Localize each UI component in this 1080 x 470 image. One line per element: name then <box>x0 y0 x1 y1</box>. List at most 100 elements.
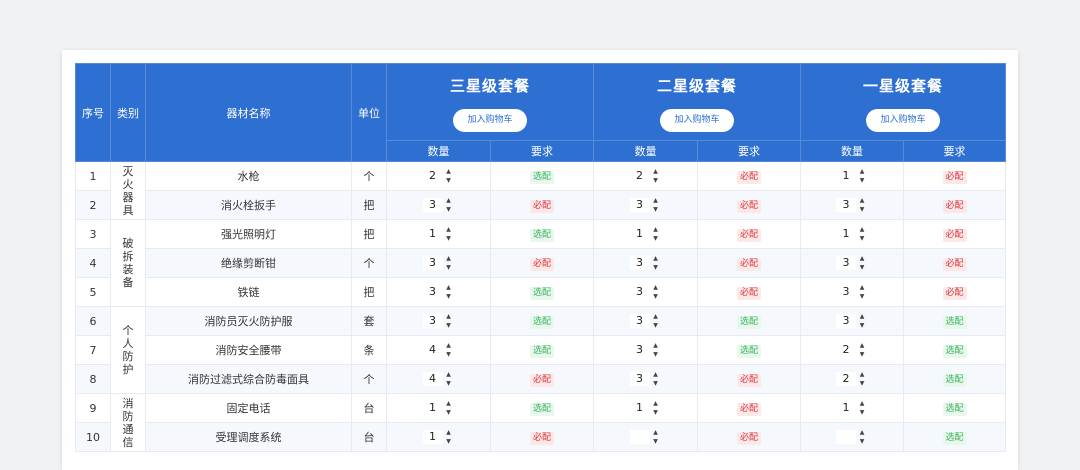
quantity-stepper[interactable]: 3 ▲ ▼ <box>836 312 868 330</box>
quantity-input[interactable]: 4 <box>422 372 443 386</box>
chevron-up-icon[interactable]: ▲ <box>445 225 453 234</box>
quantity-input[interactable]: 3 <box>422 285 443 299</box>
quantity-stepper[interactable]: 1 ▲ ▼ <box>422 225 455 243</box>
quantity-input[interactable]: 2 <box>422 169 443 183</box>
quantity-stepper[interactable]: 1 ▲ ▼ <box>836 167 868 185</box>
chevron-up-icon[interactable]: ▲ <box>445 428 453 437</box>
chevron-up-icon[interactable]: ▲ <box>858 370 866 379</box>
quantity-stepper[interactable]: 1 ▲ ▼ <box>836 225 868 243</box>
quantity-input[interactable]: 3 <box>422 314 443 328</box>
chevron-up-icon[interactable]: ▲ <box>445 370 453 379</box>
chevron-down-icon[interactable]: ▼ <box>858 437 866 446</box>
quantity-stepper[interactable]: 4 ▲ ▼ <box>422 341 455 359</box>
quantity-input[interactable]: 2 <box>629 169 650 183</box>
chevron-up-icon[interactable]: ▲ <box>858 312 866 321</box>
chevron-down-icon[interactable]: ▼ <box>652 176 660 185</box>
chevron-up-icon[interactable]: ▲ <box>858 254 866 263</box>
chevron-down-icon[interactable]: ▼ <box>652 205 660 214</box>
quantity-stepper[interactable]: 4 ▲ ▼ <box>422 370 455 388</box>
quantity-stepper[interactable]: 2 ▲ ▼ <box>836 341 868 359</box>
quantity-stepper[interactable]: ▲ ▼ <box>629 428 662 446</box>
quantity-stepper[interactable]: 3 ▲ ▼ <box>629 312 662 330</box>
quantity-input[interactable]: 3 <box>629 314 650 328</box>
quantity-input[interactable]: 3 <box>836 256 857 270</box>
quantity-input[interactable]: 3 <box>629 256 650 270</box>
quantity-stepper[interactable]: 1 ▲ ▼ <box>836 399 868 417</box>
quantity-input[interactable]: 1 <box>836 401 857 415</box>
quantity-input[interactable]: 3 <box>629 198 650 212</box>
add-to-cart-button-3star[interactable]: 加入购物车 <box>453 109 527 132</box>
quantity-input[interactable]: 3 <box>422 256 443 270</box>
chevron-up-icon[interactable]: ▲ <box>652 283 660 292</box>
quantity-input[interactable]: 1 <box>422 227 443 241</box>
quantity-stepper[interactable]: 3 ▲ ▼ <box>629 196 662 214</box>
quantity-input[interactable] <box>629 430 650 444</box>
quantity-stepper[interactable]: 2 ▲ ▼ <box>836 370 868 388</box>
quantity-stepper[interactable]: 3 ▲ ▼ <box>836 196 868 214</box>
chevron-down-icon[interactable]: ▼ <box>445 263 453 272</box>
quantity-stepper[interactable]: 3 ▲ ▼ <box>629 254 662 272</box>
chevron-down-icon[interactable]: ▼ <box>652 437 660 446</box>
quantity-stepper[interactable]: 2 ▲ ▼ <box>629 167 662 185</box>
chevron-up-icon[interactable]: ▲ <box>445 196 453 205</box>
chevron-down-icon[interactable]: ▼ <box>652 379 660 388</box>
chevron-up-icon[interactable]: ▲ <box>652 196 660 205</box>
quantity-stepper[interactable]: 3 ▲ ▼ <box>422 283 455 301</box>
chevron-up-icon[interactable]: ▲ <box>858 428 866 437</box>
add-to-cart-button-1star[interactable]: 加入购物车 <box>866 109 941 132</box>
quantity-stepper[interactable]: 3 ▲ ▼ <box>836 254 868 272</box>
chevron-down-icon[interactable]: ▼ <box>858 350 866 359</box>
chevron-down-icon[interactable]: ▼ <box>858 321 866 330</box>
chevron-down-icon[interactable]: ▼ <box>652 321 660 330</box>
chevron-down-icon[interactable]: ▼ <box>652 292 660 301</box>
chevron-up-icon[interactable]: ▲ <box>652 428 660 437</box>
quantity-input[interactable]: 3 <box>422 198 443 212</box>
chevron-up-icon[interactable]: ▲ <box>652 167 660 176</box>
quantity-stepper[interactable]: 2 ▲ ▼ <box>422 167 455 185</box>
chevron-down-icon[interactable]: ▼ <box>445 437 453 446</box>
quantity-input[interactable]: 1 <box>422 401 443 415</box>
chevron-down-icon[interactable]: ▼ <box>858 234 866 243</box>
chevron-up-icon[interactable]: ▲ <box>858 225 866 234</box>
quantity-stepper[interactable]: 1 ▲ ▼ <box>629 399 662 417</box>
chevron-down-icon[interactable]: ▼ <box>445 321 453 330</box>
chevron-up-icon[interactable]: ▲ <box>445 399 453 408</box>
quantity-input[interactable]: 2 <box>836 372 857 386</box>
chevron-down-icon[interactable]: ▼ <box>652 234 660 243</box>
quantity-stepper[interactable]: 1 ▲ ▼ <box>422 428 455 446</box>
quantity-input[interactable]: 2 <box>836 343 857 357</box>
chevron-down-icon[interactable]: ▼ <box>652 263 660 272</box>
quantity-stepper[interactable]: 1 ▲ ▼ <box>422 399 455 417</box>
quantity-input[interactable]: 1 <box>629 401 650 415</box>
chevron-up-icon[interactable]: ▲ <box>858 399 866 408</box>
quantity-input[interactable]: 1 <box>629 227 650 241</box>
chevron-down-icon[interactable]: ▼ <box>445 176 453 185</box>
chevron-down-icon[interactable]: ▼ <box>652 408 660 417</box>
chevron-up-icon[interactable]: ▲ <box>652 370 660 379</box>
chevron-up-icon[interactable]: ▲ <box>652 399 660 408</box>
chevron-up-icon[interactable]: ▲ <box>652 254 660 263</box>
chevron-down-icon[interactable]: ▼ <box>858 263 866 272</box>
chevron-down-icon[interactable]: ▼ <box>445 234 453 243</box>
chevron-up-icon[interactable]: ▲ <box>858 283 866 292</box>
quantity-input[interactable]: 4 <box>422 343 443 357</box>
quantity-input[interactable]: 3 <box>836 285 857 299</box>
quantity-input[interactable]: 3 <box>629 343 650 357</box>
chevron-down-icon[interactable]: ▼ <box>652 350 660 359</box>
chevron-up-icon[interactable]: ▲ <box>858 167 866 176</box>
chevron-up-icon[interactable]: ▲ <box>445 283 453 292</box>
quantity-input[interactable] <box>836 430 857 444</box>
chevron-down-icon[interactable]: ▼ <box>445 350 453 359</box>
chevron-up-icon[interactable]: ▲ <box>858 341 866 350</box>
quantity-stepper[interactable]: 3 ▲ ▼ <box>422 312 455 330</box>
chevron-up-icon[interactable]: ▲ <box>652 225 660 234</box>
chevron-up-icon[interactable]: ▲ <box>858 196 866 205</box>
quantity-input[interactable]: 3 <box>629 285 650 299</box>
chevron-down-icon[interactable]: ▼ <box>445 408 453 417</box>
chevron-down-icon[interactable]: ▼ <box>445 292 453 301</box>
quantity-stepper[interactable]: 3 ▲ ▼ <box>836 283 868 301</box>
chevron-down-icon[interactable]: ▼ <box>858 176 866 185</box>
chevron-up-icon[interactable]: ▲ <box>445 167 453 176</box>
chevron-up-icon[interactable]: ▲ <box>652 312 660 321</box>
quantity-stepper[interactable]: 3 ▲ ▼ <box>629 370 662 388</box>
